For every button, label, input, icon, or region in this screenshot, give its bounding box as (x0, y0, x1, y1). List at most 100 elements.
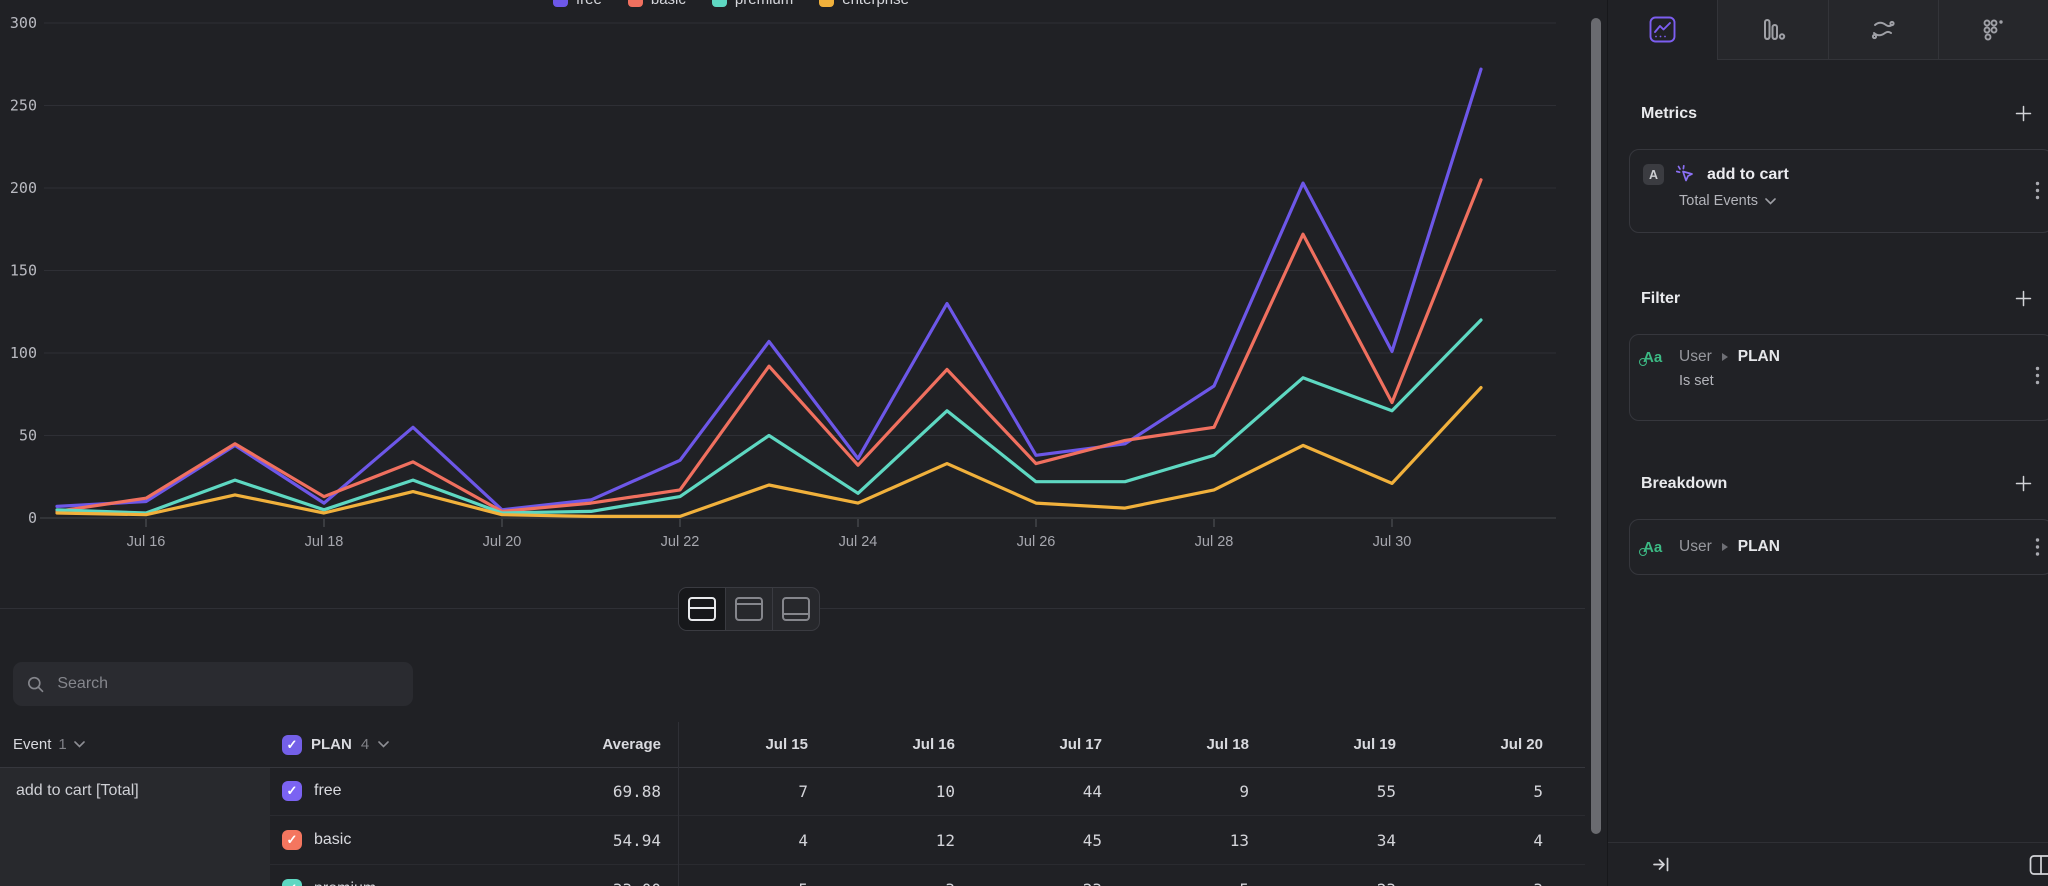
date-column-header[interactable]: Jul 20 (1396, 736, 1543, 753)
sidebar-footer (1608, 842, 2048, 886)
cell-value: 5 (1396, 782, 1543, 801)
average-value: 33.00 (520, 880, 661, 886)
metric-event-name: add to cart (1707, 166, 1789, 184)
plan-header-checkbox[interactable] (282, 735, 302, 755)
columns-icon (2029, 853, 2048, 877)
filter-card[interactable]: Aa User PLAN Is set (1629, 334, 2048, 421)
breakdown-kebab-menu[interactable] (2031, 534, 2044, 561)
svg-text:Jul 16: Jul 16 (127, 534, 166, 550)
table-row: premium33.0053235233 (270, 865, 1585, 886)
date-column-header[interactable]: Jul 16 (808, 736, 955, 753)
cell-value: 4 (1396, 831, 1543, 850)
split-view-icon (688, 597, 716, 621)
text-property-icon: Aa (1643, 349, 1669, 366)
chart-area: freebasicpremiumenterprise 0501001502002… (0, 0, 1585, 608)
cell-value: 45 (955, 831, 1102, 850)
filter-condition-dropdown[interactable]: Is set (1679, 373, 2048, 389)
average-column-header[interactable]: Average (520, 736, 661, 753)
search-input[interactable] (55, 674, 399, 694)
filter-title: Filter (1641, 290, 1680, 308)
plan-cell: basic (270, 830, 520, 850)
row-checkbox[interactable] (282, 830, 302, 850)
metric-kebab-menu[interactable] (2031, 177, 2044, 204)
tab-line-chart[interactable] (1608, 0, 1717, 60)
breakdown-card[interactable]: Aa User PLAN (1629, 519, 2048, 575)
table-row: free69.88710449555 (270, 767, 1585, 816)
cell-value: 3 (1396, 880, 1543, 886)
svg-text:0: 0 (28, 509, 37, 527)
bottom-panel-icon (782, 597, 810, 621)
kebab-icon (2035, 181, 2040, 200)
plan-count: 4 (361, 736, 369, 753)
svg-text:50: 50 (19, 427, 37, 445)
cell-value: 3 (808, 880, 955, 886)
chevron-down-icon (378, 741, 389, 748)
chevron-down-icon (74, 741, 85, 748)
svg-text:Jul 20: Jul 20 (483, 534, 522, 550)
table-header: Event 1 PLAN 4 Average Jul 15Jul 16Jul 1… (0, 722, 1585, 767)
svg-text:150: 150 (10, 262, 37, 280)
breakdown-property: PLAN (1738, 538, 1780, 556)
collapse-panel-button[interactable] (1649, 852, 1674, 877)
date-column-header[interactable]: Jul 15 (661, 736, 808, 753)
event-row-label: add to cart [Total] (0, 768, 270, 886)
breakdown-scope: User (1679, 538, 1712, 556)
svg-text:100: 100 (10, 344, 37, 362)
breakdown-table: Event 1 PLAN 4 Average Jul 15Jul 16Jul 1… (0, 722, 1585, 886)
click-event-icon (1674, 163, 1697, 186)
plan-name: premium (314, 880, 376, 886)
bar-chart-icon (1759, 16, 1786, 43)
cell-value: 7 (661, 782, 808, 801)
tab-flow[interactable] (1828, 0, 1938, 60)
top-panel-icon (735, 597, 763, 621)
metric-aggregation-label: Total Events (1679, 193, 1758, 209)
sidebar-tabbar (1608, 0, 2048, 60)
metric-series-badge: A (1643, 164, 1664, 185)
date-column-header[interactable]: Jul 19 (1249, 736, 1396, 753)
plus-icon (2015, 105, 2032, 122)
layout-toolbar (678, 587, 820, 631)
tab-dots-grid[interactable] (1938, 0, 2048, 60)
panel-layout-button[interactable] (2023, 852, 2048, 878)
metrics-section-header: Metrics (1641, 103, 2034, 124)
search-box (13, 662, 413, 706)
vertical-scrollbar[interactable] (1591, 18, 1601, 834)
analytics-app: freebasicpremiumenterprise 0501001502002… (0, 0, 2048, 886)
cell-value: 5 (1102, 880, 1249, 886)
text-property-icon: Aa (1643, 539, 1669, 556)
row-checkbox[interactable] (282, 879, 302, 886)
sidebar: Metrics A add to cart Total Eve (1607, 0, 2048, 886)
caret-right-icon (1722, 543, 1728, 551)
date-column-header[interactable]: Jul 17 (955, 736, 1102, 753)
breakdown-section-header: Breakdown (1641, 473, 2034, 494)
tab-bar-chart[interactable] (1717, 0, 1827, 60)
plan-cell: premium (270, 879, 520, 886)
plan-header-dropdown[interactable]: PLAN 4 (270, 735, 520, 755)
event-header-dropdown[interactable]: Event 1 (0, 736, 270, 753)
layout-table-only-button[interactable] (773, 588, 819, 630)
cell-value: 9 (1102, 782, 1249, 801)
cell-value: 34 (1249, 831, 1396, 850)
svg-text:Jul 22: Jul 22 (661, 534, 700, 550)
line-chart: 050100150200250300Jul 16Jul 18Jul 20Jul … (0, 0, 1585, 608)
add-metric-button[interactable] (2013, 103, 2034, 124)
date-column-header[interactable]: Jul 18 (1102, 736, 1249, 753)
search-icon (27, 675, 44, 694)
plan-cell: free (270, 781, 520, 801)
layout-chart-only-button[interactable] (726, 588, 773, 630)
cell-value: 23 (1249, 880, 1396, 886)
breakdown-title: Breakdown (1641, 475, 1727, 493)
metric-aggregation-dropdown[interactable]: Total Events (1679, 193, 2048, 209)
filter-section-header: Filter (1641, 288, 2034, 309)
cell-value: 10 (808, 782, 955, 801)
cell-value: 13 (1102, 831, 1249, 850)
row-checkbox[interactable] (282, 781, 302, 801)
add-filter-button[interactable] (2013, 288, 2034, 309)
plus-icon (2015, 475, 2032, 492)
event-count: 1 (58, 736, 66, 753)
add-breakdown-button[interactable] (2013, 473, 2034, 494)
filter-kebab-menu[interactable] (2031, 362, 2044, 389)
plan-name: free (314, 782, 342, 800)
metric-card[interactable]: A add to cart Total Events (1629, 149, 2048, 233)
layout-split-button[interactable] (679, 588, 726, 630)
